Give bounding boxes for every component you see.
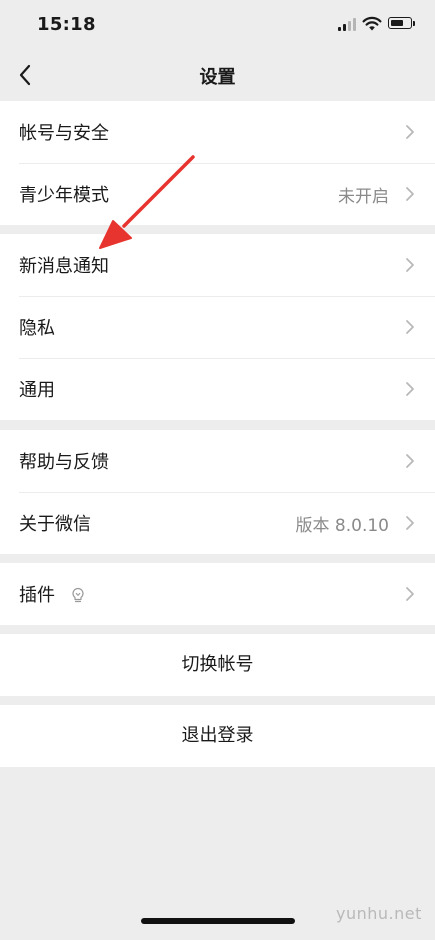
settings-item-about[interactable]: 关于微信 版本 8.0.10 bbox=[0, 492, 435, 554]
status-time: 15:18 bbox=[37, 14, 96, 35]
watermark: yunhu.net bbox=[336, 904, 422, 923]
chevron-right-icon bbox=[406, 187, 414, 201]
settings-item-teen-mode[interactable]: 青少年模式 未开启 bbox=[0, 163, 435, 225]
settings-group-plugins: 插件 bbox=[0, 563, 435, 625]
settings-item-help-feedback[interactable]: 帮助与反馈 bbox=[0, 430, 435, 492]
nav-bar: 设置 bbox=[0, 50, 435, 100]
battery-tip bbox=[413, 21, 415, 26]
chevron-right-icon bbox=[406, 382, 414, 396]
chevron-right-icon bbox=[406, 125, 414, 139]
chevron-right-icon bbox=[406, 258, 414, 272]
page-title: 设置 bbox=[199, 67, 236, 88]
logout-button[interactable]: 退出登录 bbox=[0, 705, 435, 767]
status-bar: 15:18 bbox=[0, 0, 435, 50]
battery-icon bbox=[388, 17, 412, 29]
settings-item-label: 帐号与安全 bbox=[19, 123, 109, 144]
switch-account-button[interactable]: 切换帐号 bbox=[0, 634, 435, 696]
home-indicator[interactable] bbox=[141, 918, 295, 924]
settings-item-label: 隐私 bbox=[19, 318, 55, 339]
version-value: 版本 8.0.10 bbox=[295, 516, 389, 536]
lightbulb-icon bbox=[72, 587, 84, 603]
settings-group-account: 帐号与安全 青少年模式 未开启 bbox=[0, 101, 435, 225]
settings-item-privacy[interactable]: 隐私 bbox=[0, 296, 435, 358]
settings-item-account-security[interactable]: 帐号与安全 bbox=[0, 101, 435, 163]
settings-item-label: 青少年模式 bbox=[19, 185, 109, 206]
settings-item-general[interactable]: 通用 bbox=[0, 358, 435, 420]
settings-item-notifications[interactable]: 新消息通知 bbox=[0, 234, 435, 296]
settings-group-help: 帮助与反馈 关于微信 版本 8.0.10 bbox=[0, 430, 435, 554]
wifi-icon bbox=[362, 16, 382, 31]
settings-item-plugins[interactable]: 插件 bbox=[0, 563, 435, 625]
chevron-right-icon bbox=[406, 587, 414, 601]
settings-group-general: 新消息通知 隐私 通用 bbox=[0, 234, 435, 420]
cellular-signal-icon bbox=[338, 17, 356, 31]
chevron-right-icon bbox=[406, 454, 414, 468]
settings-item-label: 新消息通知 bbox=[19, 256, 109, 277]
chevron-right-icon bbox=[406, 320, 414, 334]
settings-item-label: 关于微信 bbox=[19, 514, 91, 535]
settings-item-value: 未开启 bbox=[338, 187, 389, 207]
chevron-right-icon bbox=[406, 516, 414, 530]
settings-item-label: 帮助与反馈 bbox=[19, 452, 109, 473]
settings-item-label: 通用 bbox=[19, 380, 55, 401]
settings-item-label: 插件 bbox=[19, 585, 55, 606]
